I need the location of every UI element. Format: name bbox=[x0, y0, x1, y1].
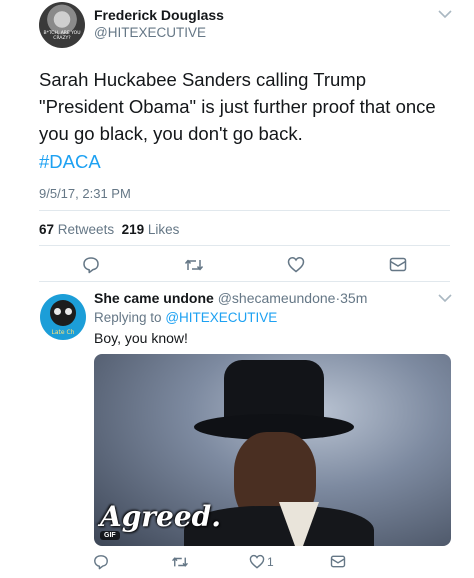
replying-prefix: Replying to bbox=[94, 310, 162, 325]
dm-icon[interactable] bbox=[330, 555, 346, 568]
reply-author-name[interactable]: She came undone bbox=[94, 290, 214, 306]
tweet-timestamp: 9/5/17, 2:31 PM bbox=[39, 186, 131, 201]
likes-label[interactable]: Likes bbox=[148, 222, 180, 237]
like-icon[interactable] bbox=[287, 256, 305, 273]
gif-media[interactable]: Agreed. GIF bbox=[94, 354, 451, 546]
reply-header: She came undone @shecameundone·35m bbox=[94, 290, 367, 306]
replying-to-link[interactable]: @HITEXECUTIVE bbox=[165, 310, 277, 325]
author-avatar[interactable]: B*TCH, ARE YOU CRAZY? bbox=[39, 2, 85, 48]
reply-author-avatar[interactable]: Late Ch bbox=[40, 294, 86, 340]
author-name[interactable]: Frederick Douglass bbox=[94, 7, 224, 23]
divider bbox=[39, 245, 450, 246]
divider bbox=[39, 210, 450, 211]
reply-like-count: 1 bbox=[267, 555, 274, 569]
likes-count[interactable]: 219 bbox=[122, 222, 145, 237]
retweets-label[interactable]: Retweets bbox=[58, 222, 114, 237]
avatar-caption: Late Ch bbox=[51, 329, 75, 336]
author-handle[interactable]: @HITEXECUTIVE bbox=[94, 25, 206, 40]
reply-icon[interactable] bbox=[82, 256, 100, 274]
dm-icon[interactable] bbox=[389, 257, 407, 272]
gif-badge: GIF bbox=[100, 531, 120, 540]
tweet-menu-chevron-icon[interactable] bbox=[438, 10, 452, 19]
replying-to: Replying to @HITEXECUTIVE bbox=[94, 310, 277, 325]
divider bbox=[39, 281, 450, 282]
reply-icon[interactable] bbox=[93, 554, 109, 570]
like-icon[interactable] bbox=[249, 554, 265, 569]
reply-menu-chevron-icon[interactable] bbox=[438, 294, 452, 303]
tweet-text: Sarah Huckabee Sanders calling Trump "Pr… bbox=[39, 69, 436, 144]
reply-author-handle[interactable]: @shecameundone bbox=[218, 290, 336, 306]
avatar-caption: B*TCH, ARE YOU CRAZY? bbox=[43, 31, 81, 41]
tweet-stats: 67 Retweets 219 Likes bbox=[39, 222, 179, 237]
reply-text: Boy, you know! bbox=[94, 330, 188, 346]
retweets-count[interactable]: 67 bbox=[39, 222, 54, 237]
reply-time[interactable]: 35m bbox=[340, 290, 367, 306]
owl-image bbox=[50, 300, 76, 326]
gif-caption: Agreed. bbox=[100, 500, 222, 533]
retweet-icon[interactable] bbox=[184, 257, 204, 273]
hashtag-link[interactable]: #DACA bbox=[39, 151, 101, 173]
retweet-icon[interactable] bbox=[171, 555, 189, 569]
